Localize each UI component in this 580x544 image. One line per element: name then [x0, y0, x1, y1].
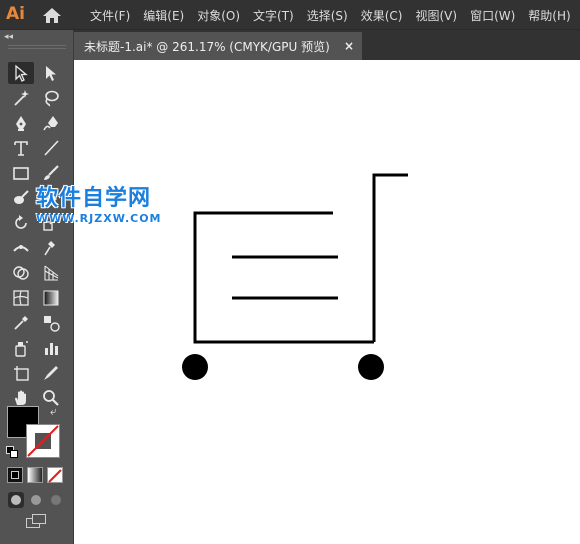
direct-selection-tool-icon[interactable] [38, 62, 64, 84]
document-tab-title: 未标题-1.ai* @ 261.17% (CMYK/GPU 预览) [84, 39, 330, 54]
cart-handle-path [372, 173, 408, 342]
menu-edit[interactable]: 编辑(E) [143, 7, 184, 24]
watermark: 软件自学网 WWW.RJZXW.COM [36, 180, 162, 225]
rotate-tool-icon[interactable] [8, 212, 34, 234]
cart-wheel-left [182, 354, 208, 380]
menu-help[interactable]: 帮助(H) [528, 7, 570, 24]
gradient-mode-button[interactable] [27, 467, 43, 483]
menu-items: 文件(F) 编辑(E) 对象(O) 文字(T) 选择(S) 效果(C) 视图(V… [90, 0, 580, 30]
symbol-sprayer-tool-icon[interactable] [8, 337, 34, 359]
menu-select[interactable]: 选择(S) [307, 7, 348, 24]
draw-normal-icon[interactable] [8, 492, 24, 508]
column-graph-tool-icon[interactable] [38, 337, 64, 359]
menu-type[interactable]: 文字(T) [253, 7, 294, 24]
rectangle-tool-icon[interactable] [8, 162, 34, 184]
lasso-tool-icon[interactable] [38, 87, 64, 109]
document-tab-bar: 未标题-1.ai* @ 261.17% (CMYK/GPU 预览) × [74, 30, 580, 60]
artboard-tool-icon[interactable] [8, 362, 34, 384]
width-tool-icon[interactable] [8, 237, 34, 259]
magic-wand-tool-icon[interactable] [8, 87, 34, 109]
eyedropper-tool-icon[interactable] [8, 312, 34, 334]
stroke-swatch[interactable] [26, 424, 60, 458]
menu-view[interactable]: 视图(V) [415, 7, 457, 24]
mesh-tool-icon[interactable] [8, 287, 34, 309]
slice-tool-icon[interactable] [38, 362, 64, 384]
artboard-canvas[interactable] [74, 60, 580, 544]
none-mode-button[interactable] [47, 467, 63, 483]
menu-object[interactable]: 对象(O) [197, 7, 240, 24]
cart-basket-path [193, 211, 374, 344]
menu-window[interactable]: 窗口(W) [470, 7, 515, 24]
gradient-tool-icon[interactable] [38, 287, 64, 309]
close-icon[interactable]: × [344, 39, 354, 53]
color-mode-button[interactable] [7, 467, 23, 483]
draw-behind-icon[interactable] [28, 492, 44, 508]
watermark-cn: 软件自学网 [36, 186, 152, 211]
type-tool-icon[interactable] [8, 137, 34, 159]
swap-colors-icon[interactable]: ⤶ [50, 404, 57, 419]
screen-mode-icon[interactable] [26, 514, 48, 530]
tools-panel: ◂◂ ⤶ [0, 30, 74, 544]
home-icon[interactable] [42, 7, 62, 24]
cart-wheel-right [358, 354, 384, 380]
shape-builder-tool-icon[interactable] [8, 262, 34, 284]
app-logo: Ai [6, 4, 25, 24]
default-colors-icon[interactable] [6, 446, 18, 458]
perspective-grid-tool-icon[interactable] [38, 262, 64, 284]
panel-grip[interactable] [8, 45, 66, 49]
selection-tool-icon[interactable] [8, 62, 34, 84]
pen-tool-icon[interactable] [8, 112, 34, 134]
blob-brush-tool-icon[interactable] [8, 187, 34, 209]
menu-effect[interactable]: 效果(C) [361, 7, 403, 24]
menu-file[interactable]: 文件(F) [90, 7, 130, 24]
draw-inside-icon[interactable] [48, 492, 64, 508]
shopping-cart-artwork[interactable] [74, 60, 580, 544]
curvature-tool-icon[interactable] [38, 112, 64, 134]
blend-tool-icon[interactable] [38, 312, 64, 334]
puppet-warp-tool-icon[interactable] [38, 237, 64, 259]
watermark-url: WWW.RJZXW.COM [36, 212, 162, 225]
panel-collapse-button[interactable]: ◂◂ [4, 33, 13, 42]
menu-bar: Ai 文件(F) 编辑(E) 对象(O) 文字(T) 选择(S) 效果(C) 视… [0, 0, 580, 30]
document-tab[interactable]: 未标题-1.ai* @ 261.17% (CMYK/GPU 预览) × [74, 32, 362, 60]
line-segment-tool-icon[interactable] [38, 137, 64, 159]
